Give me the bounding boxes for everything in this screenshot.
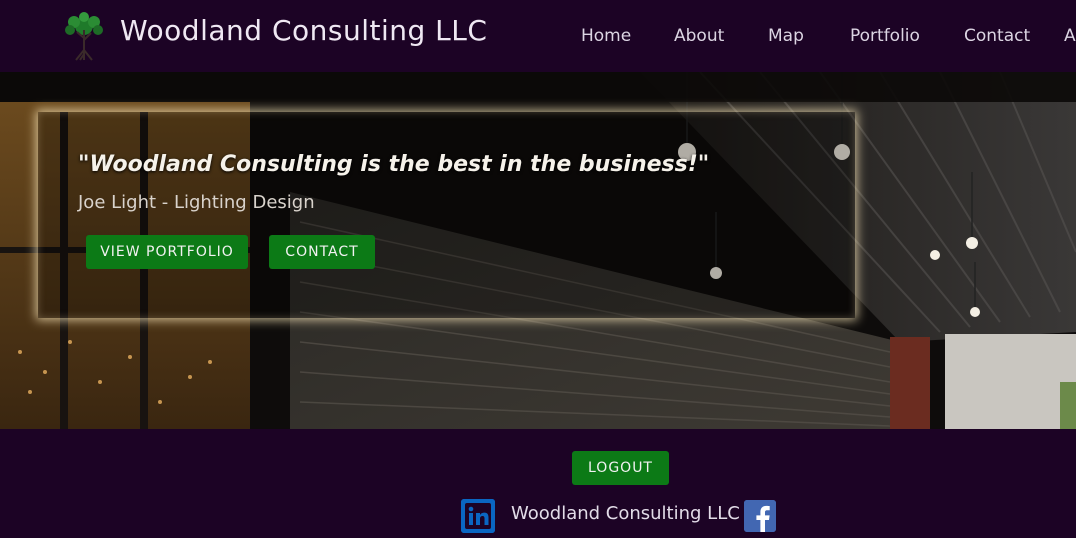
logout-button[interactable]: LOGOUT — [572, 451, 669, 485]
nav-portfolio[interactable]: Portfolio — [850, 26, 920, 46]
view-portfolio-button[interactable]: VIEW PORTFOLIO — [86, 235, 248, 269]
site-footer: LOGOUT Woodland Consulting LLC — [0, 429, 1076, 538]
nav-map[interactable]: Map — [768, 26, 804, 46]
linkedin-icon[interactable] — [461, 499, 495, 533]
nav-more[interactable]: A — [1064, 26, 1076, 46]
testimonial-panel: "Woodland Consulting is the best in the … — [38, 112, 855, 318]
hero-banner: "Woodland Consulting is the best in the … — [0, 72, 1076, 429]
contact-button[interactable]: CONTACT — [269, 235, 375, 269]
facebook-icon[interactable] — [744, 500, 776, 532]
nav-home[interactable]: Home — [581, 26, 631, 46]
testimonial-attribution: Joe Light - Lighting Design — [78, 192, 315, 213]
nav-contact[interactable]: Contact — [964, 26, 1030, 46]
main-nav: Home About Map Portfolio Contact A — [0, 26, 1076, 50]
site-header: Woodland Consulting LLC Home About Map P… — [0, 0, 1076, 72]
footer-company-name: Woodland Consulting LLC — [511, 503, 740, 524]
testimonial-quote: "Woodland Consulting is the best in the … — [78, 152, 710, 177]
nav-about[interactable]: About — [674, 26, 724, 46]
social-links: Woodland Consulting LLC — [461, 499, 781, 533]
